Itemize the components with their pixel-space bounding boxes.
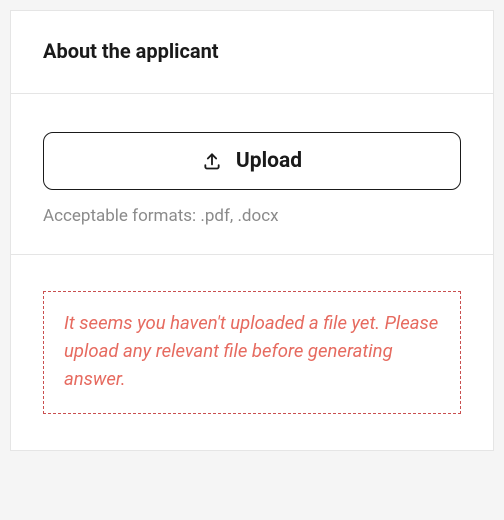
upload-button-label: Upload <box>236 149 302 173</box>
applicant-card: About the applicant Upload Acceptable fo… <box>10 10 494 451</box>
format-hint: Acceptable formats: .pdf, .docx <box>43 206 461 226</box>
upload-button[interactable]: Upload <box>43 132 461 190</box>
warning-box: It seems you haven't uploaded a file yet… <box>43 291 461 414</box>
upload-icon <box>202 151 222 171</box>
section-title: About the applicant <box>43 39 461 63</box>
warning-message: It seems you haven't uploaded a file yet… <box>64 310 440 393</box>
section-header: About the applicant <box>11 11 493 94</box>
warning-section: It seems you haven't uploaded a file yet… <box>11 255 493 450</box>
upload-section: Upload Acceptable formats: .pdf, .docx <box>11 94 493 255</box>
